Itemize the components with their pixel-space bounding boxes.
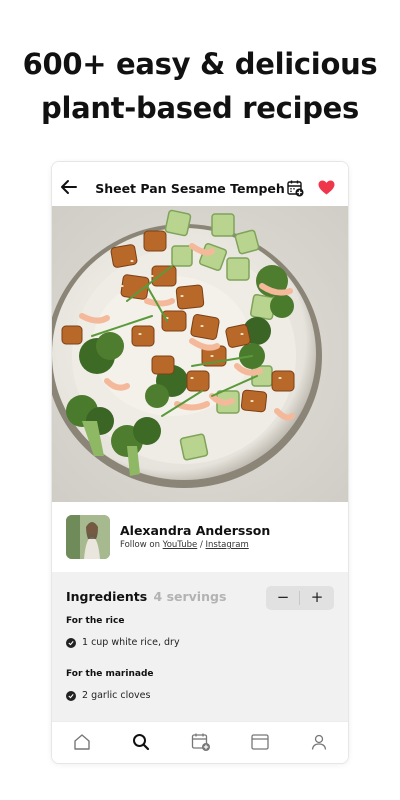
servings-stepper: − + [266,586,334,610]
youtube-link[interactable]: YouTube [163,540,198,550]
check-circle-icon [66,638,76,648]
increase-servings-button[interactable]: + [300,586,334,610]
recipe-title: Sheet Pan Sesame Tempeh [95,181,285,196]
ingredient-text: 2 garlic cloves [82,690,151,701]
phone-frame: Sheet Pan Sesame Tempeh Alexandra Anders… [51,161,349,764]
author-name: Alexandra Andersson [120,523,271,538]
ingredients-heading: Ingredients 4 servings [66,589,226,604]
arrow-left-icon [61,180,77,194]
top-bar: Sheet Pan Sesame Tempeh [52,162,348,206]
author-follow-links: Follow on YouTube / Instagram [120,540,249,550]
ingredient-text: 1 cup white rice, dry [82,637,180,648]
profile-icon [311,734,327,750]
tab-home[interactable] [72,732,92,752]
calendar-icon [251,734,269,750]
link-separator: / [199,540,203,550]
tab-meal-plan[interactable] [191,732,211,752]
decrease-servings-button[interactable]: − [266,586,300,610]
tab-calendar[interactable] [250,732,270,752]
servings-count: 4 servings [153,589,227,604]
bottom-tab-bar [52,721,348,763]
instagram-link[interactable]: Instagram [206,540,249,550]
search-icon [133,734,150,751]
heart-icon [318,180,335,195]
check-circle-icon [66,691,76,701]
section-label-marinade: For the marinade [66,669,154,679]
meal-plan-icon [191,733,210,751]
back-button[interactable] [60,179,78,195]
home-icon [74,734,90,750]
favorite-button[interactable] [318,180,335,195]
recipe-photo [52,206,348,502]
ingredients-title: Ingredients [66,589,148,604]
ingredients-panel: Ingredients 4 servings − + For the rice … [52,572,348,721]
avatar[interactable] [66,515,110,559]
tab-search[interactable] [131,732,151,752]
tab-profile[interactable] [309,732,329,752]
calendar-add-icon [287,180,304,197]
headline-line-2: plant-based recipes [40,91,359,125]
author-card: Alexandra Andersson Follow on YouTube / … [52,502,348,572]
follow-prefix: Follow on [120,540,160,550]
add-to-plan-button[interactable] [287,180,304,197]
headline-line-1: 600+ easy & delicious [22,47,378,81]
section-label-rice: For the rice [66,616,125,626]
headline: 600+ easy & delicious plant-based recipe… [0,42,400,130]
